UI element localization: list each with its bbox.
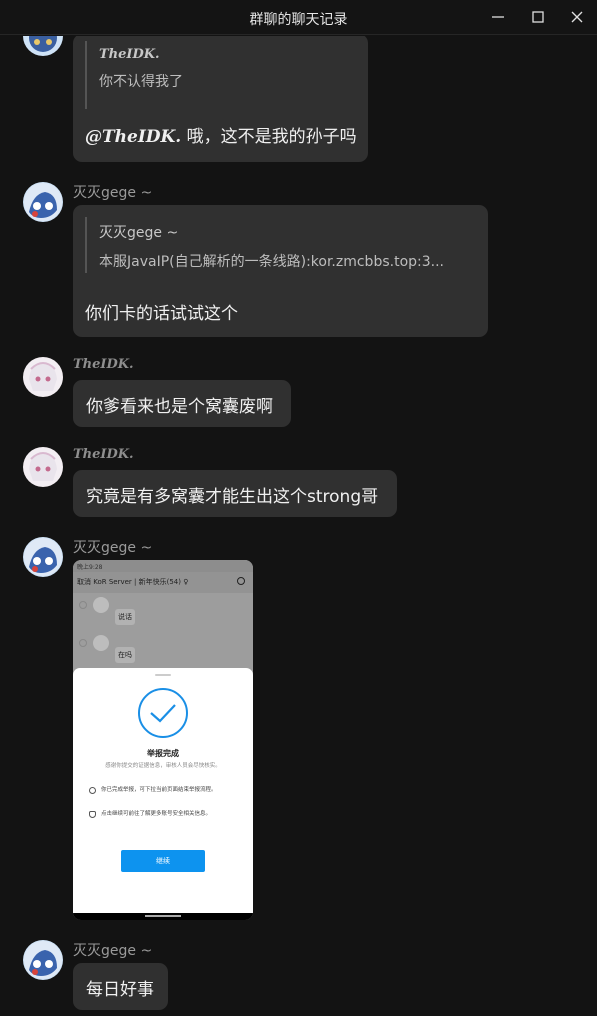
avatar[interactable] [23,182,63,222]
maximize-button[interactable] [518,0,558,35]
close-button[interactable] [557,0,597,35]
avatar-image [24,941,62,979]
sheet-subtitle: 感谢你提交的证据信息，审核人员会尽快核实。 [105,763,221,769]
phone-message: 说话 [115,609,135,625]
title-bar: 群聊的聊天记录 [0,0,597,35]
message-bubble[interactable]: 究竟是有多窝囊才能生出这个strong哥 [73,470,397,517]
sheet-item-text: 你已完成举报，可下拉当前页面结束举报流程。 [101,787,217,793]
sender-name[interactable]: 灭灭gege ~ [73,182,152,202]
continue-button: 继续 [121,850,205,872]
avatar [93,597,109,613]
message-bubble[interactable]: 你爹看来也是个窝囊废啊 [73,380,291,427]
message-bubble[interactable]: 每日好事 [73,963,168,1010]
select-circle [79,639,87,647]
message-text: 每日好事 [86,980,154,1000]
avatar-image [29,36,57,52]
phone-nav-bar [73,913,253,920]
sheet-item: 你已完成举报，可下拉当前页面结束举报流程。 [89,786,239,794]
message-bubble[interactable]: TheIDK. 你不认得我了 @TheIDK. 哦，这不是我的孙子吗 [73,36,368,162]
avatar[interactable] [23,357,63,397]
status-time: 晚上9:28 [77,564,103,571]
mention[interactable]: @TheIDK. [85,127,181,147]
phone-message: 在吗 [115,647,135,663]
quote-text: 你不认得我了 [99,74,183,90]
chat-history[interactable]: TheIDK. 你不认得我了 @TheIDK. 哦，这不是我的孙子吗 灭灭geg… [0,36,597,1016]
message-body: 哦，这不是我的孙子吗 [181,127,357,147]
message-bubble[interactable]: 灭灭gege ~ 本服JavaIP(自己解析的一条线路):kor.zmcbbs.… [73,205,488,337]
image-message[interactable]: 晚上9:28 取消 KoR Server | 新年快乐(54) ♀ 说话 在吗 … [73,560,253,920]
minimize-icon [492,16,504,18]
message-text: 究竟是有多窝囊才能生出这个strong哥 [86,487,379,507]
quote-sender: TheIDK. [99,47,160,62]
home-indicator [145,915,181,917]
avatar[interactable] [23,537,63,577]
phone-status-bar: 晚上9:28 [73,560,253,572]
phone-chat-row: 在吗 [73,631,253,669]
sender-name[interactable]: TheIDK. [73,447,134,462]
message-text: 你们卡的话试试这个 [85,304,238,324]
sheet-title: 举报完成 [147,749,179,758]
select-circle [79,601,87,609]
check-icon [138,688,188,738]
minimize-button[interactable] [478,0,518,35]
maximize-icon [532,11,544,23]
avatar[interactable] [23,447,63,487]
sheet-item: 点击继续可前往了解更多账号安全相关信息。 [89,810,239,818]
avatar[interactable] [23,940,63,980]
quote-text: 本服JavaIP(自己解析的一条线路):kor.zmcbbs.top:3... [99,254,444,270]
avatar [93,635,109,651]
avatar-image [24,448,62,486]
reply-quote[interactable]: TheIDK. 你不认得我了 [85,41,183,109]
avatar-image [24,538,62,576]
reply-quote[interactable]: 灭灭gege ~ 本服JavaIP(自己解析的一条线路):kor.zmcbbs.… [85,217,444,273]
avatar-image [24,183,62,221]
sheet-handle [155,674,171,676]
sender-name[interactable]: 灭灭gege ~ [73,537,152,557]
phone-header-text: 取消 KoR Server | 新年快乐(54) ♀ [77,578,189,586]
message-text: @TheIDK. 哦，这不是我的孙子吗 [85,122,357,147]
close-icon [571,11,583,23]
report-sheet: 举报完成 感谢你提交的证据信息，审核人员会尽快核实。 你已完成举报，可下拉当前页… [73,668,253,913]
sender-name[interactable]: TheIDK. [73,357,134,372]
search-icon [237,577,245,585]
avatar-image [24,358,62,396]
check-circle-icon [89,787,96,794]
quote-sender: 灭灭gege ~ [99,225,179,241]
phone-chat-header: 取消 KoR Server | 新年快乐(54) ♀ [73,572,253,593]
sender-name[interactable]: 灭灭gege ~ [73,940,152,960]
phone-chat-row: 说话 [73,593,253,631]
avatar[interactable] [23,36,63,56]
shield-icon [89,811,96,818]
message-text: 你爹看来也是个窝囊废啊 [86,397,273,417]
sheet-item-text: 点击继续可前往了解更多账号安全相关信息。 [101,811,212,817]
